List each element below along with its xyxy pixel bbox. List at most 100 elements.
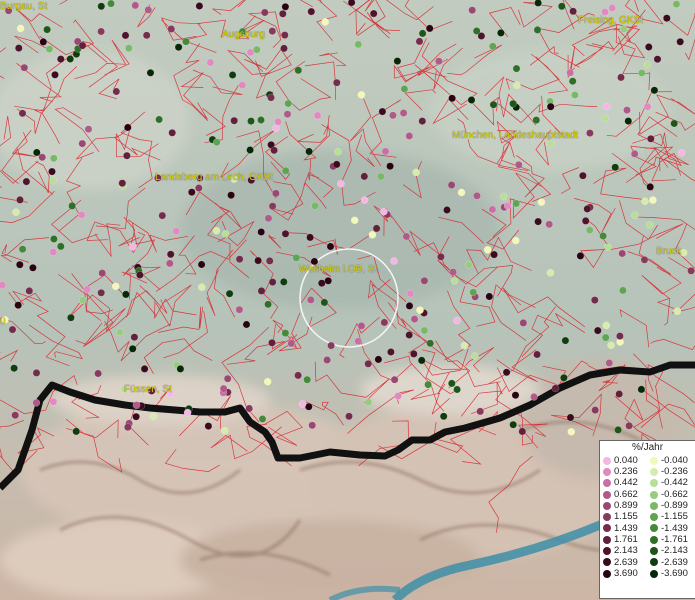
measurement-point[interactable] (619, 286, 627, 295)
measurement-point[interactable] (537, 198, 546, 206)
measurement-point[interactable] (83, 285, 91, 294)
measurement-point[interactable] (437, 252, 445, 261)
measurement-point[interactable] (187, 188, 196, 197)
measurement-point[interactable] (488, 205, 497, 214)
measurement-point[interactable] (416, 306, 424, 315)
measurement-point[interactable] (579, 171, 587, 180)
measurement-point[interactable] (272, 124, 280, 133)
measurement-point[interactable] (386, 162, 394, 171)
measurement-point[interactable] (394, 392, 402, 400)
measurement-point[interactable] (320, 298, 329, 307)
measurement-point[interactable] (197, 283, 206, 292)
measurement-point[interactable] (447, 379, 456, 388)
measurement-point[interactable] (420, 276, 429, 285)
measurement-point[interactable] (511, 236, 520, 245)
measurement-point[interactable] (560, 373, 568, 382)
measurement-point[interactable] (372, 224, 381, 233)
measurement-point[interactable] (267, 93, 275, 102)
measurement-point[interactable] (499, 192, 508, 201)
measurement-point[interactable] (323, 356, 331, 364)
measurement-point[interactable] (601, 333, 610, 342)
measurement-point[interactable] (56, 242, 65, 251)
measurement-point[interactable] (206, 58, 215, 67)
measurement-point[interactable] (287, 339, 296, 348)
measurement-point[interactable] (485, 292, 494, 301)
measurement-point[interactable] (253, 45, 261, 54)
measurement-point[interactable] (415, 37, 424, 46)
measurement-point[interactable] (29, 263, 37, 272)
measurement-point[interactable] (283, 110, 292, 119)
measurement-point[interactable] (212, 138, 221, 147)
measurement-point[interactable] (533, 350, 541, 359)
measurement-point[interactable] (637, 385, 646, 394)
measurement-point[interactable] (183, 408, 192, 417)
measurement-point[interactable] (514, 160, 523, 169)
measurement-point[interactable] (168, 128, 177, 137)
measurement-point[interactable] (406, 289, 415, 298)
measurement-point[interactable] (673, 307, 682, 316)
measurement-point[interactable] (221, 229, 230, 238)
measurement-point[interactable] (470, 352, 479, 360)
measurement-point[interactable] (128, 344, 137, 353)
measurement-point[interactable] (67, 313, 75, 322)
measurement-point[interactable] (435, 57, 443, 66)
measurement-point[interactable] (568, 77, 577, 86)
measurement-point[interactable] (472, 27, 481, 35)
measurement-point[interactable] (268, 202, 277, 211)
measurement-point[interactable] (257, 287, 266, 295)
measurement-point[interactable] (546, 139, 555, 148)
measurement-point[interactable] (511, 391, 520, 400)
measurement-point[interactable] (172, 227, 181, 236)
measurement-point[interactable] (607, 341, 615, 350)
measurement-point[interactable] (649, 196, 657, 204)
measurement-point[interactable] (317, 279, 326, 288)
measurement-point[interactable] (326, 242, 335, 251)
measurement-point[interactable] (247, 117, 255, 125)
measurement-point[interactable] (311, 202, 319, 210)
measurement-point[interactable] (410, 315, 419, 323)
measurement-point[interactable] (280, 31, 289, 39)
measurement-point[interactable] (518, 427, 527, 436)
measurement-point[interactable] (380, 318, 389, 327)
measurement-point[interactable] (412, 168, 420, 177)
measurement-point[interactable] (49, 397, 58, 406)
measurement-point[interactable] (443, 206, 451, 214)
measurement-point[interactable] (49, 248, 58, 256)
measurement-point[interactable] (219, 384, 228, 393)
measurement-point[interactable] (195, 2, 204, 10)
measurement-point[interactable] (364, 398, 373, 407)
measurement-point[interactable] (576, 252, 585, 260)
measurement-point[interactable] (324, 276, 333, 285)
measurement-point[interactable] (557, 2, 566, 11)
measurement-point[interactable] (625, 421, 633, 430)
measurement-point[interactable] (631, 211, 639, 220)
measurement-point[interactable] (308, 421, 317, 430)
measurement-point[interactable] (278, 9, 287, 18)
measurement-point[interactable] (409, 350, 418, 358)
measurement-point[interactable] (84, 125, 93, 134)
measurement-point[interactable] (426, 339, 435, 348)
measurement-point[interactable] (532, 116, 541, 124)
measurement-point[interactable] (389, 111, 397, 120)
measurement-point[interactable] (257, 116, 265, 124)
measurement-point[interactable] (66, 55, 75, 63)
measurement-point[interactable] (149, 412, 158, 421)
measurement-point[interactable] (620, 25, 628, 34)
measurement-point[interactable] (79, 296, 87, 305)
measurement-point[interactable] (418, 29, 427, 38)
measurement-point[interactable] (614, 426, 622, 434)
measurement-point[interactable] (368, 230, 377, 239)
measurement-point[interactable] (418, 117, 427, 125)
measurement-point[interactable] (390, 375, 399, 384)
measurement-point[interactable] (420, 326, 429, 335)
measurement-point[interactable] (585, 226, 594, 234)
measurement-point[interactable] (405, 302, 414, 310)
measurement-point[interactable] (519, 319, 528, 327)
measurement-point[interactable] (158, 211, 167, 220)
measurement-point[interactable] (611, 163, 620, 172)
measurement-point[interactable] (307, 7, 316, 16)
measurement-point[interactable] (566, 68, 575, 77)
measurement-point[interactable] (467, 96, 476, 104)
measurement-point[interactable] (176, 365, 185, 373)
measurement-point[interactable] (258, 415, 267, 423)
